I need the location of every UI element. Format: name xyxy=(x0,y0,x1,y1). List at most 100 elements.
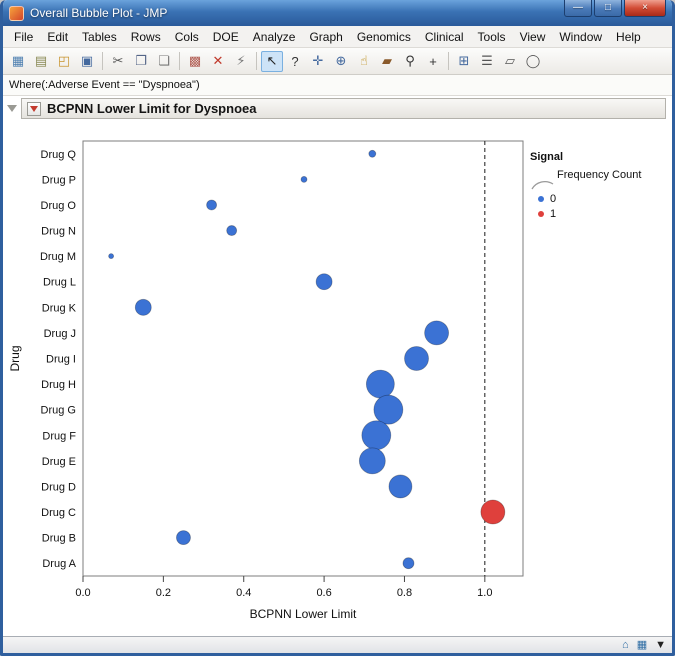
y-tick-label-drug-k[interactable]: Drug K xyxy=(42,302,77,314)
legend-entry-signal-0[interactable]: 0 xyxy=(530,191,641,206)
y-tick-label-drug-f[interactable]: Drug F xyxy=(42,430,76,442)
data-table-window-icon[interactable]: ▦ xyxy=(637,640,647,651)
new-journal-icon[interactable]: ▤ xyxy=(30,51,52,72)
x-tick-label[interactable]: 0.4 xyxy=(236,587,251,599)
menu-doe[interactable]: DOE xyxy=(206,28,246,46)
jmp-app-icon xyxy=(9,6,24,21)
bubble-drug-b[interactable] xyxy=(176,531,190,545)
bubble-drug-q[interactable] xyxy=(369,150,376,157)
y-tick-label-drug-l[interactable]: Drug L xyxy=(43,277,76,289)
menu-rows[interactable]: Rows xyxy=(124,28,168,46)
grabber-tool-icon[interactable]: ☝ xyxy=(353,51,375,72)
annotate-frame-icon[interactable]: ⊞ xyxy=(453,51,475,72)
y-tick-label-drug-c[interactable]: Drug C xyxy=(41,507,76,519)
y-tick-label-drug-g[interactable]: Drug G xyxy=(41,405,76,417)
y-tick-label-drug-i[interactable]: Drug I xyxy=(46,354,76,366)
bubble-drug-m[interactable] xyxy=(109,254,114,259)
title-bar[interactable]: Overall Bubble Plot - JMP — □ × xyxy=(3,0,672,26)
y-tick-label-drug-d[interactable]: Drug D xyxy=(41,481,76,493)
menu-view[interactable]: View xyxy=(513,28,553,46)
window-title: Overall Bubble Plot - JMP xyxy=(30,6,558,20)
menu-genomics[interactable]: Genomics xyxy=(350,28,418,46)
menu-graph[interactable]: Graph xyxy=(302,28,349,46)
bubble-drug-g[interactable] xyxy=(374,395,403,424)
bubble-drug-l[interactable] xyxy=(316,274,332,290)
brush-tool-icon[interactable]: ▰ xyxy=(376,51,398,72)
y-tick-label-drug-j[interactable]: Drug J xyxy=(44,328,76,340)
where-filter-text: Where(:Adverse Event == "Dyspnoea") xyxy=(9,79,200,91)
x-tick-label[interactable]: 0.8 xyxy=(397,587,412,599)
bubble-drug-f[interactable] xyxy=(362,421,391,450)
bubble-drug-j[interactable] xyxy=(425,321,449,345)
copy-icon[interactable]: ❐ xyxy=(130,51,152,72)
y-tick-label-drug-a[interactable]: Drug A xyxy=(42,558,76,570)
home-icon[interactable]: ⌂ xyxy=(622,640,629,651)
open-icon[interactable]: ◰ xyxy=(53,51,75,72)
bubble-drug-k[interactable] xyxy=(135,299,151,315)
magnifier-tool-icon[interactable]: ⚲ xyxy=(399,51,421,72)
annotate-shape-icon[interactable]: ▱ xyxy=(499,51,521,72)
report-header-bar[interactable]: BCPNN Lower Limit for Dyspnoea xyxy=(21,98,666,119)
x-tick-label[interactable]: 0.2 xyxy=(156,587,171,599)
maximize-button[interactable]: □ xyxy=(594,0,622,17)
help-tool-icon[interactable]: ? xyxy=(284,51,306,72)
y-tick-label-drug-h[interactable]: Drug H xyxy=(41,379,76,391)
data-filter-icon[interactable]: ▩ xyxy=(184,51,206,72)
bubble-drug-i[interactable] xyxy=(405,347,429,371)
menu-window[interactable]: Window xyxy=(552,28,609,46)
menu-analyze[interactable]: Analyze xyxy=(246,28,303,46)
y-tick-label-drug-m[interactable]: Drug M xyxy=(40,251,76,263)
x-tick-label[interactable]: 0.0 xyxy=(75,587,90,599)
menu-edit[interactable]: Edit xyxy=(40,28,75,46)
y-tick-label-drug-o[interactable]: Drug O xyxy=(41,200,77,212)
x-axis-title[interactable]: BCPNN Lower Limit xyxy=(250,607,357,621)
bubble-drug-d[interactable] xyxy=(389,475,412,498)
bubble-drug-n[interactable] xyxy=(227,226,237,236)
menu-tools[interactable]: Tools xyxy=(471,28,513,46)
x-tick-label[interactable]: 1.0 xyxy=(477,587,492,599)
paste-icon[interactable]: ❏ xyxy=(153,51,175,72)
legend-entry-signal-1[interactable]: 1 xyxy=(530,206,641,221)
minimize-button[interactable]: — xyxy=(564,0,592,17)
y-tick-label-drug-q[interactable]: Drug Q xyxy=(41,149,77,161)
menu-help[interactable]: Help xyxy=(609,28,648,46)
y-tick-label-drug-b[interactable]: Drug B xyxy=(42,533,76,545)
outline-disclosure-icon[interactable] xyxy=(7,105,17,112)
red-triangle-icon xyxy=(30,106,38,112)
menu-tables[interactable]: Tables xyxy=(75,28,124,46)
bubble-plot-svg[interactable]: 0.0 0.2 0.4 0.6 0.8 1.0 Drug Q Drug P Drug O Drug… xyxy=(3,121,527,626)
save-icon[interactable]: ▣ xyxy=(76,51,98,72)
menu-clinical[interactable]: Clinical xyxy=(418,28,471,46)
bubble-drug-a[interactable] xyxy=(403,558,414,569)
resize-tool-icon[interactable]: + xyxy=(422,51,444,72)
new-data-table-icon[interactable]: ▦ xyxy=(7,51,29,72)
menu-file[interactable]: File xyxy=(7,28,40,46)
window-list-dropdown-icon[interactable]: ▼ xyxy=(655,640,666,651)
annotate-lines-icon[interactable]: ☰ xyxy=(476,51,498,72)
run-script-icon[interactable]: ⚡ xyxy=(230,51,252,72)
arrow-tool-icon[interactable]: ↖ xyxy=(261,51,283,72)
bubble-drug-e[interactable] xyxy=(359,448,385,474)
cut-icon[interactable]: ✂ xyxy=(107,51,129,72)
legend-entry-1-label: 1 xyxy=(550,208,556,220)
bubble-drug-o[interactable] xyxy=(207,200,217,210)
bubble-plot-region[interactable]: 0.0 0.2 0.4 0.6 0.8 1.0 Drug Q Drug P Drug O Drug… xyxy=(3,121,672,636)
y-tick-label-drug-p[interactable]: Drug P xyxy=(42,174,76,186)
menu-cols[interactable]: Cols xyxy=(168,28,206,46)
jmp-window: Overall Bubble Plot - JMP — □ × FileEdit… xyxy=(0,0,675,656)
bubble-drug-h[interactable] xyxy=(366,370,394,398)
delete-icon[interactable]: ✕ xyxy=(207,51,229,72)
red-triangle-menu-button[interactable] xyxy=(27,102,41,116)
y-tick-label-drug-n[interactable]: Drug N xyxy=(41,226,76,238)
zoom-region-tool-icon[interactable]: ⊕ xyxy=(330,51,352,72)
bubble-drug-p[interactable] xyxy=(301,176,307,182)
crosshair-tool-icon[interactable]: ✛ xyxy=(307,51,329,72)
annotate-oval-icon[interactable]: ◯ xyxy=(522,51,544,72)
toolbar-separator xyxy=(448,52,449,70)
bubble-drug-c[interactable] xyxy=(481,500,505,524)
y-axis-title[interactable]: Drug xyxy=(8,345,22,371)
close-button[interactable]: × xyxy=(624,0,666,17)
x-tick-label[interactable]: 0.6 xyxy=(316,587,331,599)
window-controls: — □ × xyxy=(564,0,666,17)
y-tick-label-drug-e[interactable]: Drug E xyxy=(42,456,76,468)
